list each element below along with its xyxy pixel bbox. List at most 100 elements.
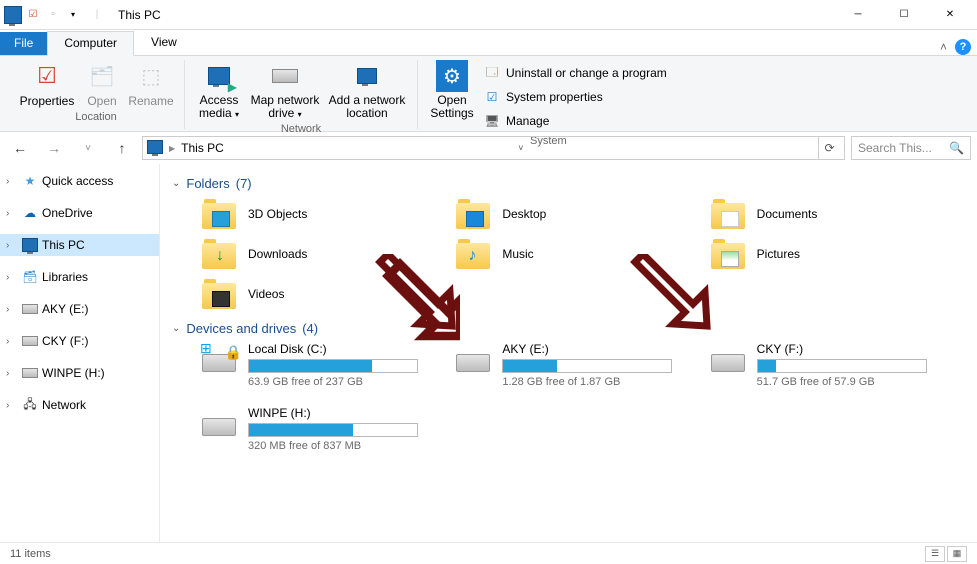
collapse-ribbon-icon[interactable]: ˄	[940, 40, 947, 54]
sysprops-icon: ☑	[484, 89, 500, 105]
recent-locations-button[interactable]: ˅	[74, 136, 102, 160]
sysprops-label: System properties	[506, 90, 603, 104]
folder-videos[interactable]: Videos	[202, 277, 456, 311]
up-button[interactable]: ↑	[108, 136, 136, 160]
file-tab[interactable]: File	[0, 32, 47, 55]
search-box[interactable]: Search This... 🔍	[851, 136, 971, 160]
drive-c[interactable]: ⊞🔒 Local Disk (C:) 63.9 GB free of 237 G…	[202, 342, 456, 388]
drive-icon	[22, 365, 38, 381]
refresh-button[interactable]: ⟳	[818, 137, 840, 159]
qat-newfolder-icon[interactable]: ▫	[44, 6, 62, 24]
nav-this-pc[interactable]: ›This PC	[0, 234, 159, 256]
navigation-pane[interactable]: ›★Quick access ›☁OneDrive ›This PC ›🗃Lib…	[0, 164, 160, 542]
drive-e[interactable]: AKY (E:) 1.28 GB free of 1.87 GB	[456, 342, 710, 388]
nav-onedrive[interactable]: ›☁OneDrive	[0, 202, 159, 224]
drives-header-count: (4)	[302, 321, 318, 336]
pc-icon	[4, 6, 22, 24]
address-dropdown[interactable]: ˅	[510, 137, 532, 159]
drive-icon	[456, 342, 492, 372]
open-button[interactable]: 🗂 Open	[82, 60, 122, 108]
properties-button[interactable]: ☑ Properties	[18, 60, 76, 108]
folder-downloads[interactable]: ↓Downloads	[202, 237, 456, 271]
access-media-button[interactable]: ▶ Access media ▾	[195, 60, 243, 120]
nav-drive-winpe[interactable]: ›WINPE (H:)	[0, 362, 159, 384]
folder-3d-objects[interactable]: 3D Objects	[202, 197, 456, 231]
rename-button[interactable]: ⬚ Rename	[128, 60, 174, 108]
sysprops-button[interactable]: ☑ System properties	[482, 86, 669, 108]
help-icon[interactable]: ?	[955, 39, 971, 55]
folder-desktop[interactable]: Desktop	[456, 197, 710, 231]
close-button[interactable]: ✕	[927, 0, 973, 30]
drive-icon	[22, 333, 38, 349]
forward-button[interactable]: →	[40, 136, 68, 160]
content-pane: ⌄ Folders (7) 3D Objects Desktop Documen…	[160, 164, 977, 542]
maximize-button[interactable]: ☐	[881, 0, 927, 30]
folder-icon	[202, 277, 238, 311]
back-button[interactable]: ←	[6, 136, 34, 160]
ribbon: ☑ Properties 🗂 Open ⬚ Rename Location ▶ …	[0, 56, 977, 132]
minimize-button[interactable]: ─	[835, 0, 881, 30]
window-controls: ─ ☐ ✕	[835, 0, 973, 30]
folder-pictures[interactable]: Pictures	[711, 237, 965, 271]
address-text: This PC	[181, 141, 224, 155]
group-network: ▶ Access media ▾ Map network drive ▾ Add…	[185, 60, 418, 129]
folder-icon	[711, 197, 747, 231]
nav-drive-cky[interactable]: ›CKY (F:)	[0, 330, 159, 352]
open-settings-label: Open Settings	[428, 94, 476, 120]
status-item-count: 11 items	[10, 548, 51, 560]
open-label: Open	[87, 94, 116, 108]
usage-fill	[249, 424, 353, 436]
search-icon: 🔍	[949, 141, 964, 155]
map-drive-label: Map network drive ▾	[249, 94, 321, 120]
properties-label: Properties	[20, 94, 75, 108]
uninstall-icon: 🗔	[484, 65, 500, 81]
ribbon-tabs: File Computer View ˄ ?	[0, 30, 977, 56]
folder-documents[interactable]: Documents	[711, 197, 965, 231]
address-row: ← → ˅ ↑ ▶ This PC ˅ ⟳ Search This... 🔍	[0, 132, 977, 164]
usage-fill	[503, 360, 557, 372]
drive-free-text: 320 MB free of 837 MB	[248, 440, 418, 452]
open-settings-button[interactable]: ⚙ Open Settings	[428, 60, 476, 120]
qat-properties-icon[interactable]: ☑	[24, 6, 42, 24]
tab-computer[interactable]: Computer	[47, 31, 134, 56]
tab-view[interactable]: View	[134, 30, 194, 55]
settings-icon: ⚙	[436, 60, 468, 92]
drive-icon	[22, 301, 38, 317]
title-bar: ☑ ▫ ▾ | This PC ─ ☐ ✕	[0, 0, 977, 30]
nav-drive-aky[interactable]: ›AKY (E:)	[0, 298, 159, 320]
drive-icon: ⊞🔒	[202, 342, 238, 372]
drive-icon	[711, 342, 747, 372]
drive-f[interactable]: CKY (F:) 51.7 GB free of 57.9 GB	[711, 342, 965, 388]
view-details-button[interactable]: ☰	[925, 546, 945, 562]
drive-usage-bar	[502, 359, 672, 373]
drive-usage-bar	[248, 359, 418, 373]
folder-music[interactable]: ♪Music	[456, 237, 710, 271]
map-drive-button[interactable]: Map network drive ▾	[249, 60, 321, 120]
nav-libraries[interactable]: ›🗃Libraries	[0, 266, 159, 288]
manage-button[interactable]: 🖥 Manage	[482, 110, 669, 132]
nav-network[interactable]: ›🖧Network	[0, 394, 159, 416]
breadcrumb-chevron-icon[interactable]: ▶	[169, 144, 175, 153]
group-location: ☑ Properties 🗂 Open ⬚ Rename Location	[8, 60, 185, 129]
uninstall-button[interactable]: 🗔 Uninstall or change a program	[482, 62, 669, 84]
view-large-icons-button[interactable]: ▦	[947, 546, 967, 562]
group-location-label: Location	[75, 108, 117, 125]
nav-quick-access[interactable]: ›★Quick access	[0, 170, 159, 192]
folder-icon	[711, 237, 747, 271]
address-bar[interactable]: ▶ This PC ˅ ⟳	[142, 136, 845, 160]
qat-dropdown-icon[interactable]: ▾	[64, 6, 82, 24]
drives-header-label: Devices and drives	[186, 321, 296, 336]
drive-usage-bar	[248, 423, 418, 437]
access-media-icon: ▶	[203, 60, 235, 92]
window-title: This PC	[118, 8, 161, 22]
rename-label: Rename	[128, 94, 173, 108]
drive-h[interactable]: WINPE (H:) 320 MB free of 837 MB	[202, 406, 456, 452]
drive-icon	[202, 406, 238, 436]
cloud-icon: ☁	[22, 205, 38, 221]
usage-fill	[249, 360, 372, 372]
folders-header[interactable]: ⌄ Folders (7)	[172, 176, 965, 191]
network-icon: 🖧	[22, 397, 38, 413]
drives-header[interactable]: ⌄ Devices and drives (4)	[172, 321, 965, 336]
chevron-down-icon: ⌄	[172, 178, 180, 189]
add-location-button[interactable]: Add a network location	[327, 60, 407, 120]
